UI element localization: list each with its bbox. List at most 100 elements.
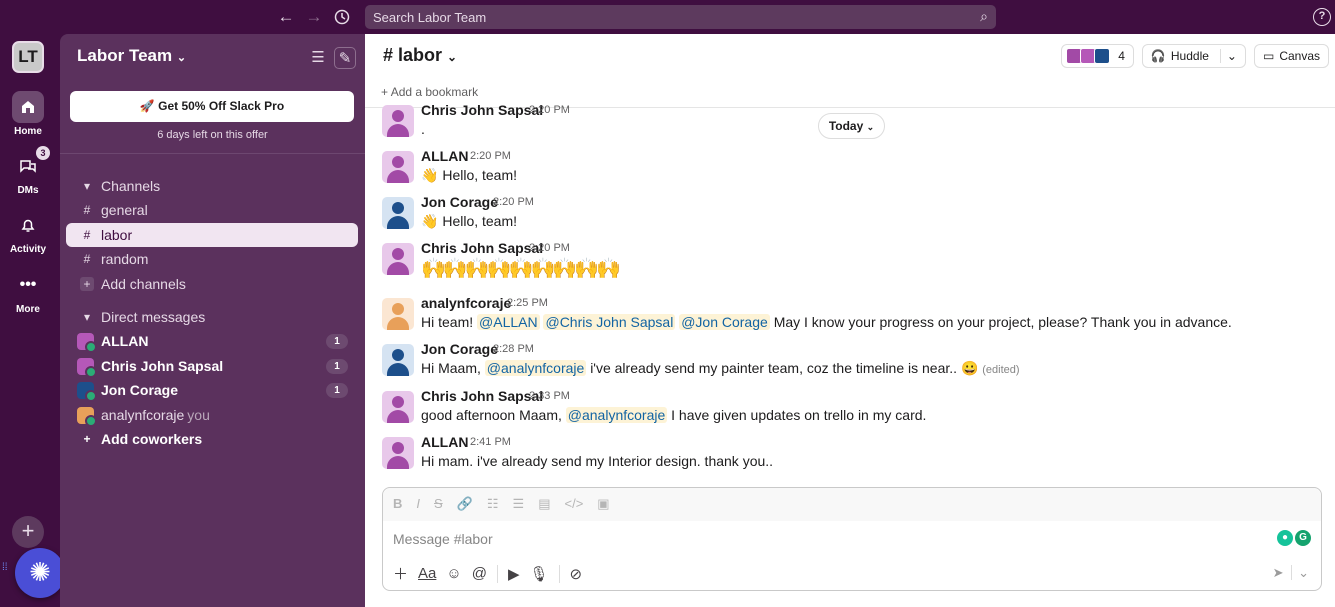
- message-time[interactable]: 2:20 PM: [529, 242, 570, 254]
- chevron-down-icon[interactable]: ⌄: [1291, 565, 1309, 580]
- code-block-icon[interactable]: ▣: [597, 496, 609, 513]
- message-author[interactable]: analynfcoraje: [421, 295, 511, 311]
- dm-section-header[interactable]: ▾ Direct messages: [66, 305, 358, 329]
- message-author[interactable]: Chris John Sapsal: [421, 102, 543, 118]
- ordered-list-icon[interactable]: ☷: [487, 496, 499, 513]
- sidebar-item-dm-jon[interactable]: Jon Corage 1: [66, 378, 358, 402]
- help-icon[interactable]: ?: [1313, 8, 1331, 26]
- avatar[interactable]: [382, 105, 414, 137]
- bold-icon[interactable]: B: [393, 496, 402, 513]
- forward-arrow-icon[interactable]: →: [303, 6, 325, 28]
- avatar[interactable]: [382, 391, 414, 423]
- compose-icon[interactable]: ✎: [334, 47, 356, 69]
- add-bookmark-button[interactable]: + Add a bookmark: [381, 85, 478, 99]
- code-icon[interactable]: </>: [564, 496, 583, 513]
- message-body: i've already send my painter team, coz t…: [590, 360, 958, 376]
- canvas-button[interactable]: ▭ Canvas: [1253, 44, 1329, 68]
- avatar[interactable]: [382, 437, 414, 469]
- grammar-suggestion-icon[interactable]: ●: [1277, 530, 1293, 546]
- add-icon[interactable]: +: [12, 516, 44, 548]
- chevron-down-icon[interactable]: ⌄: [1219, 49, 1237, 63]
- format-toggle-icon[interactable]: Aa: [418, 565, 436, 582]
- channel-view: # labor ⌄ 4 🎧 Huddle ⌄ ▭ Canvas + Add a boo…: [365, 34, 1335, 607]
- history-icon[interactable]: [331, 6, 353, 28]
- message-time[interactable]: 2:25 PM: [507, 297, 548, 309]
- sidebar-item-dm-self[interactable]: analynfcoraje you: [66, 403, 358, 427]
- mention[interactable]: @analynfcoraje: [484, 360, 587, 376]
- bell-icon: [12, 209, 44, 241]
- message: Chris John Sapsal 2:20 PM 🙌🙌🙌🙌🙌🙌🙌🙌🙌: [365, 240, 1335, 286]
- message-author[interactable]: Jon Corage: [421, 341, 498, 357]
- grammar-extension[interactable]: ● G: [1277, 530, 1311, 546]
- rail-activity[interactable]: Activity: [0, 209, 56, 255]
- caret-down-icon: ▾: [83, 310, 91, 324]
- message-time[interactable]: 2:33 PM: [529, 390, 570, 402]
- send-button[interactable]: ➤ ⌄: [1273, 565, 1309, 581]
- avatar[interactable]: [382, 151, 414, 183]
- upgrade-button[interactable]: 🚀 Get 50% Off Slack Pro: [70, 91, 354, 122]
- workspace-name[interactable]: Labor Team ⌄: [77, 46, 186, 66]
- message-author[interactable]: Jon Corage: [421, 194, 498, 210]
- add-coworkers-button[interactable]: + Add coworkers: [66, 427, 358, 451]
- video-icon[interactable]: ▶: [496, 564, 519, 583]
- shortcuts-icon[interactable]: ⊘: [558, 564, 582, 583]
- message-author[interactable]: ALLAN: [421, 148, 468, 164]
- more-icon: •••: [19, 276, 37, 293]
- italic-icon[interactable]: I: [416, 496, 420, 513]
- avatar[interactable]: [382, 243, 414, 275]
- message-input[interactable]: Message #labor: [393, 531, 493, 547]
- link-icon[interactable]: 🔗: [457, 496, 473, 513]
- sidebar-item-dm-chris[interactable]: Chris John Sapsal 1: [66, 354, 358, 378]
- workspace-switcher[interactable]: LT: [12, 41, 44, 73]
- microphone-icon[interactable]: 🎙: [529, 565, 548, 583]
- rail-home[interactable]: Home: [0, 91, 56, 137]
- plus-icon: +: [80, 277, 94, 291]
- huddle-button[interactable]: 🎧 Huddle ⌄: [1141, 44, 1246, 68]
- mention[interactable]: @ALLAN: [477, 314, 540, 330]
- blockquote-icon[interactable]: ▤: [538, 496, 550, 513]
- sidebar-item-dm-allan[interactable]: ALLAN 1: [66, 329, 358, 353]
- mention[interactable]: @Chris John Sapsal: [543, 314, 676, 330]
- message-time[interactable]: 2:20 PM: [493, 196, 534, 208]
- avatar: [77, 407, 97, 427]
- rail-more[interactable]: ••• More: [0, 269, 56, 315]
- message-time[interactable]: 2:20 PM: [470, 150, 511, 162]
- emoji-icon[interactable]: ☺: [446, 565, 461, 582]
- mention-icon[interactable]: @: [472, 565, 487, 582]
- date-divider-button[interactable]: Today ⌄: [818, 113, 885, 139]
- sidebar-item-general[interactable]: # general: [66, 198, 358, 222]
- add-channels-button[interactable]: + Add channels: [66, 272, 358, 296]
- search-input[interactable]: Search Labor Team ⌕: [365, 5, 996, 29]
- avatar[interactable]: [382, 344, 414, 376]
- attach-plus-icon[interactable]: ＋: [393, 563, 408, 584]
- channel-title[interactable]: # labor ⌄: [383, 45, 457, 66]
- message-body: good afternoon Maam,: [421, 407, 562, 423]
- message-text: .: [421, 121, 425, 137]
- members-button[interactable]: 4: [1061, 44, 1134, 68]
- grammarly-icon[interactable]: G: [1295, 530, 1311, 546]
- floating-assistant-icon[interactable]: ✺: [15, 548, 65, 598]
- back-arrow-icon[interactable]: ←: [275, 6, 297, 28]
- avatar[interactable]: [382, 298, 414, 330]
- mention[interactable]: @Jon Corage: [679, 314, 770, 330]
- message-composer: B I S 🔗 ☷ ☰ ▤ </> ▣ Message #labor ● G ＋…: [382, 487, 1322, 591]
- sidebar-item-labor[interactable]: # labor: [66, 223, 358, 247]
- message-author[interactable]: Chris John Sapsal: [421, 240, 543, 256]
- avatar[interactable]: [382, 197, 414, 229]
- mention[interactable]: @analynfcoraje: [565, 407, 668, 423]
- channel-label: labor: [101, 227, 133, 243]
- strikethrough-icon[interactable]: S: [434, 496, 443, 513]
- rail-dms-label: DMs: [17, 185, 39, 196]
- message-author[interactable]: Chris John Sapsal: [421, 388, 543, 404]
- search-placeholder: Search Labor Team: [373, 10, 487, 25]
- bulleted-list-icon[interactable]: ☰: [513, 496, 525, 513]
- dots-icon: ⁞⁞: [2, 562, 8, 573]
- message-time[interactable]: 2:20 PM: [529, 104, 570, 116]
- channels-section-header[interactable]: ▾ Channels: [66, 174, 358, 198]
- message: Chris John Sapsal 2:33 PM good afternoon…: [365, 388, 1335, 434]
- message-author[interactable]: ALLAN: [421, 434, 468, 450]
- filter-icon[interactable]: ☰: [307, 47, 329, 69]
- message-time[interactable]: 2:28 PM: [493, 343, 534, 355]
- message-time[interactable]: 2:41 PM: [470, 436, 511, 448]
- sidebar-item-random[interactable]: # random: [66, 247, 358, 271]
